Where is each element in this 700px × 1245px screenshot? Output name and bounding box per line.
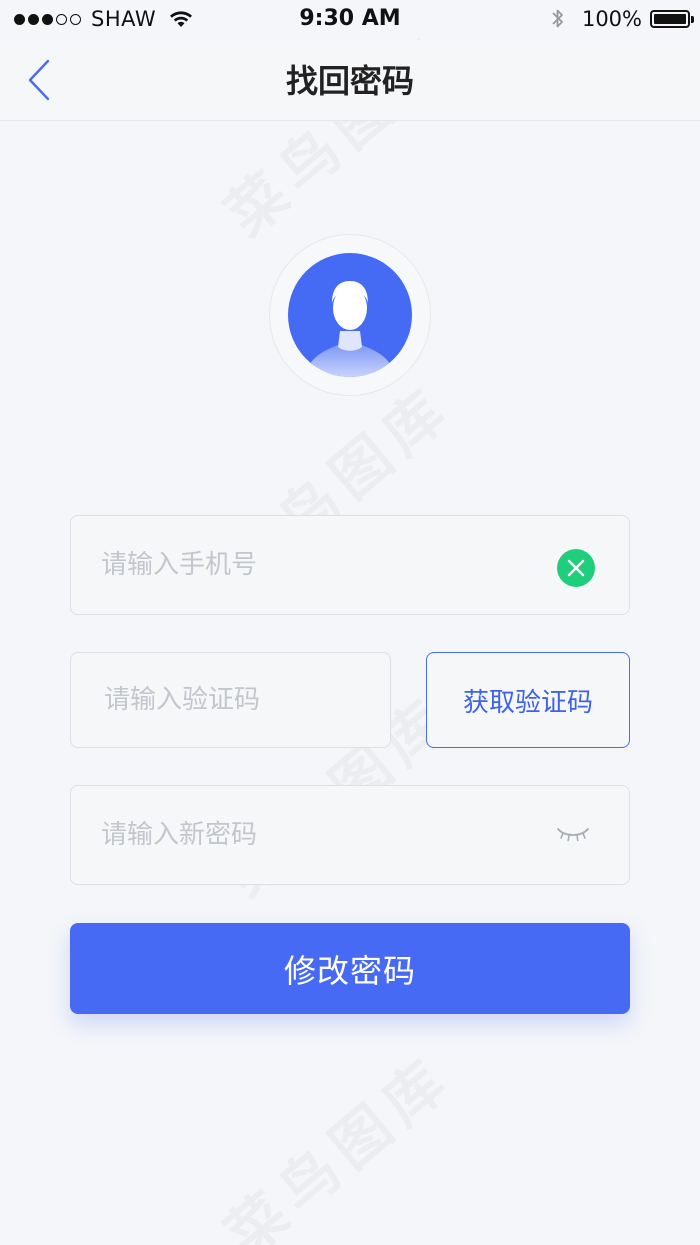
- phone-input[interactable]: [101, 516, 541, 614]
- navigation-bar: 找回密码: [0, 40, 700, 121]
- avatar: [288, 253, 412, 377]
- user-silhouette-icon: [306, 281, 394, 377]
- status-bar: SHAW 9:30 AM 100%: [0, 0, 700, 40]
- eye-closed-icon: [557, 828, 589, 842]
- bluetooth-icon: [552, 9, 563, 28]
- status-right: 100%: [550, 6, 694, 32]
- get-code-button[interactable]: 获取验证码: [426, 652, 630, 748]
- page-title: 找回密码: [285, 62, 414, 100]
- phone-field: [70, 515, 630, 615]
- code-field: [70, 652, 391, 748]
- clear-x-icon: [567, 559, 585, 577]
- battery-percentage: 100%: [581, 7, 642, 31]
- clear-phone-button[interactable]: [557, 549, 595, 587]
- screen: 菜鸟图库 菜鸟图库 菜鸟图库 菜鸟图库 SHAW 9:30 AM 100%: [0, 0, 700, 1245]
- verification-code-input[interactable]: [104, 653, 364, 747]
- toggle-password-visibility-button[interactable]: [555, 824, 591, 846]
- change-password-button[interactable]: 修改密码: [70, 923, 630, 1014]
- watermark: 菜鸟图库: [213, 1042, 466, 1245]
- password-field: [70, 785, 630, 885]
- new-password-input[interactable]: [101, 786, 541, 884]
- battery-icon: [650, 10, 694, 28]
